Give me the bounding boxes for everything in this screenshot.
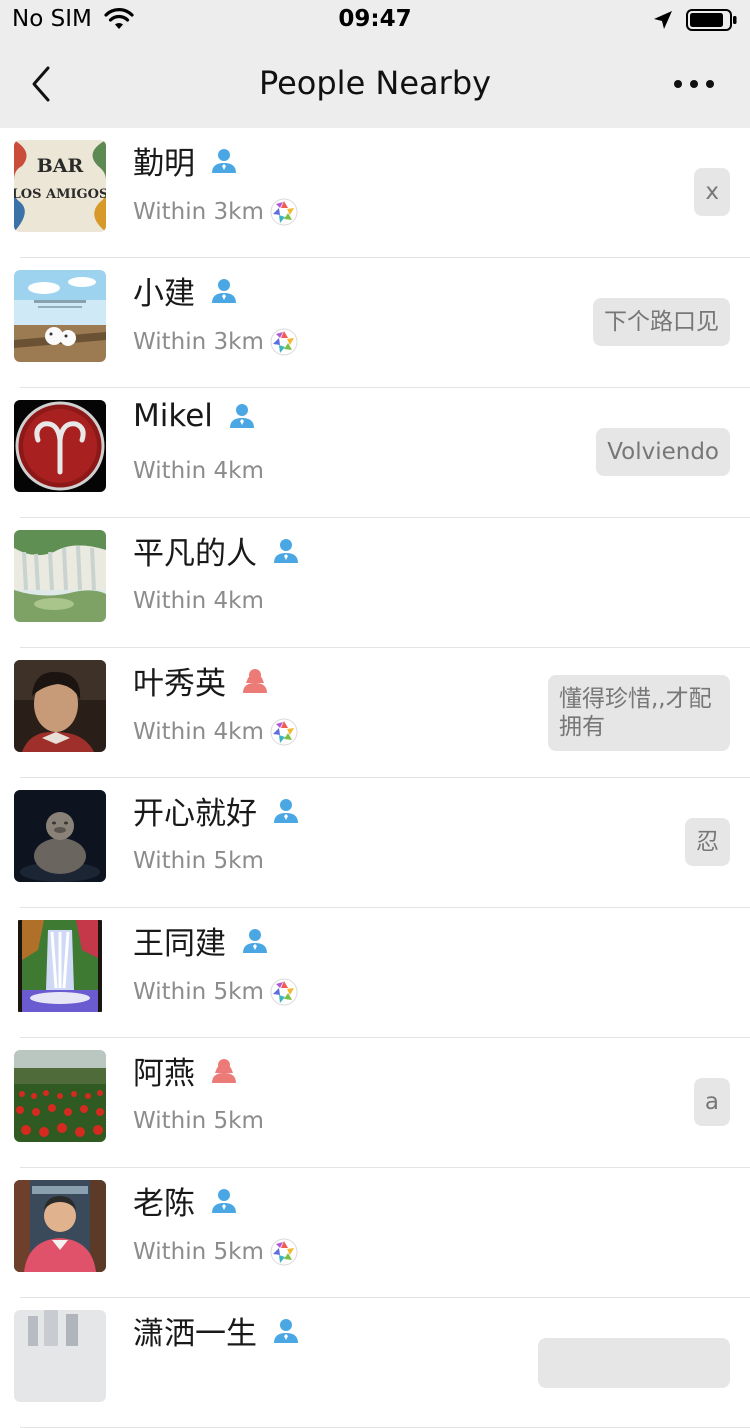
list-item[interactable]: 阿燕 Within 5km a: [0, 1038, 750, 1168]
avatar: [14, 1180, 106, 1272]
header: No SIM 09:47 People Nearby: [0, 0, 750, 128]
signature-bubble: Volviendo: [596, 428, 730, 476]
distance: Within 5km: [133, 1238, 298, 1266]
male-icon: [212, 278, 236, 303]
avatar: [14, 530, 106, 622]
distance-text: Within 3km: [133, 329, 264, 355]
person-name: 阿燕: [133, 1048, 239, 1093]
distance: Within 4km: [133, 458, 264, 484]
distance: Within 5km: [133, 978, 298, 1006]
svg-text:BAR: BAR: [37, 155, 84, 177]
female-icon: [212, 1058, 236, 1083]
distance: Within 5km: [133, 1108, 264, 1134]
person-name-text: 叶秀英: [133, 666, 226, 702]
location-arrow-icon: [654, 11, 672, 29]
avatar: [14, 660, 106, 752]
distance-text: Within 4km: [133, 588, 264, 614]
person-name-text: 勤明: [133, 146, 195, 182]
male-icon: [274, 798, 298, 823]
avatar: [14, 1310, 106, 1402]
signature-bubble: a: [693, 1078, 730, 1126]
distance: Within 3km: [133, 328, 298, 356]
male-icon: [229, 404, 254, 428]
male-icon: [274, 1318, 298, 1343]
status-time: 09:47: [338, 6, 412, 32]
moments-icon: [270, 328, 298, 356]
distance: Within 5km: [133, 848, 264, 874]
avatar: BAR LOS AMIGOS: [14, 140, 106, 232]
distance: Within 4km: [133, 588, 264, 614]
list-item[interactable]: BAR LOS AMIGOS 勤明 Within 3km x: [0, 128, 750, 258]
male-icon: [212, 1188, 236, 1213]
person-name-text: 潇洒一生: [133, 1316, 257, 1352]
moments-icon: [270, 718, 298, 746]
person-name: 平凡的人: [133, 528, 301, 573]
person-name-text: 平凡的人: [133, 536, 257, 572]
distance-text: Within 4km: [133, 719, 264, 745]
avatar: [14, 400, 106, 492]
list-item[interactable]: 小建 Within 3km 下个路口见: [0, 258, 750, 388]
distance-text: Within 5km: [133, 1108, 264, 1134]
person-name-text: 王同建: [133, 926, 226, 962]
distance-text: Within 3km: [133, 199, 264, 225]
moments-icon: [270, 978, 298, 1006]
female-icon: [243, 668, 267, 693]
nav-bar: People Nearby: [0, 42, 750, 128]
person-name-text: 老陈: [133, 1186, 195, 1222]
person-name: 老陈: [133, 1178, 239, 1223]
people-list: BAR LOS AMIGOS 勤明 Within 3km x 小建 Within…: [0, 128, 750, 1428]
person-name: 潇洒一生: [133, 1308, 301, 1353]
person-name: Mikel: [133, 398, 257, 434]
moments-icon: [270, 1238, 298, 1266]
signature-bubble: 懂得珍惜,,才配拥有: [548, 675, 730, 751]
person-name-text: Mikel: [133, 398, 213, 434]
signature-bubble: [538, 1338, 730, 1388]
signature-bubble: 忍: [685, 818, 730, 866]
list-item[interactable]: 老陈 Within 5km: [0, 1168, 750, 1298]
list-item[interactable]: 叶秀英 Within 4km 懂得珍惜,,才配拥有: [0, 648, 750, 778]
person-name-text: 小建: [133, 276, 195, 312]
avatar: [14, 920, 106, 1012]
list-item[interactable]: 王同建 Within 5km: [0, 908, 750, 1038]
signature-bubble: 下个路口见: [593, 298, 730, 346]
list-item[interactable]: 开心就好 Within 5km 忍: [0, 778, 750, 908]
distance-text: Within 4km: [133, 458, 264, 484]
distance-text: Within 5km: [133, 1239, 264, 1265]
person-name: 小建: [133, 268, 239, 313]
list-item[interactable]: Mikel Within 4km Volviendo: [0, 388, 750, 518]
distance: Within 4km: [133, 718, 298, 746]
distance-text: Within 5km: [133, 979, 264, 1005]
person-name-text: 开心就好: [133, 796, 257, 832]
person-name-text: 阿燕: [133, 1056, 195, 1092]
signature-bubble: x: [694, 168, 730, 216]
avatar: [14, 270, 106, 362]
person-name: 开心就好: [133, 788, 301, 833]
distance-text: Within 5km: [133, 848, 264, 874]
status-bar: No SIM 09:47: [0, 0, 750, 42]
avatar: [14, 790, 106, 882]
svg-text:LOS AMIGOS: LOS AMIGOS: [14, 187, 106, 202]
page-title: People Nearby: [258, 64, 492, 102]
avatar: [14, 1050, 106, 1142]
male-icon: [274, 538, 298, 563]
list-item[interactable]: 平凡的人 Within 4km: [0, 518, 750, 648]
person-name: 勤明: [133, 138, 239, 183]
person-name: 叶秀英: [133, 658, 270, 703]
person-name: 王同建: [133, 918, 270, 963]
male-icon: [243, 928, 267, 953]
battery-icon: [686, 9, 737, 31]
moments-icon: [270, 198, 298, 226]
distance: Within 3km: [133, 198, 298, 226]
male-icon: [212, 148, 236, 173]
list-item[interactable]: 潇洒一生: [0, 1298, 750, 1428]
more-options-button[interactable]: [664, 66, 724, 102]
